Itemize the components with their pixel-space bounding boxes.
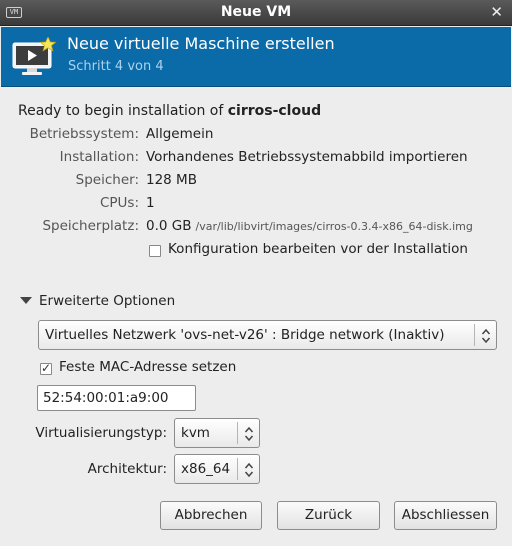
monitor-star-icon — [12, 37, 57, 75]
window-titlebar[interactable]: VM Neue VM ✕ — [0, 0, 512, 26]
checkbox-box[interactable] — [40, 361, 52, 375]
network-select-value: Virtuelles Netzwerk 'ovs-net-v26' : Brid… — [45, 327, 445, 343]
vm-name: cirros-cloud — [227, 103, 322, 119]
summary-row-storage: Speicherplatz: 0.0 GB/var/lib/libvirt/im… — [0, 218, 512, 236]
summary-label: CPUs: — [99, 195, 139, 211]
mac-address-input[interactable] — [43, 390, 191, 406]
virt-type-select[interactable]: kvm — [174, 418, 260, 448]
ready-message: Ready to begin installation of cirros-cl… — [18, 103, 321, 119]
summary-value: 128 MB — [146, 172, 197, 188]
window-title: Neue VM — [220, 4, 292, 20]
expander-arrow-icon[interactable] — [20, 297, 32, 304]
mac-address-field[interactable] — [37, 385, 196, 411]
back-button[interactable]: Zurück — [277, 501, 380, 530]
architecture-value: x86_64 — [181, 461, 231, 477]
cancel-button[interactable]: Abbrechen — [160, 501, 262, 530]
summary-row-memory: Speicher: 128 MB — [0, 172, 512, 190]
wizard-step: Schritt 4 von 4 — [68, 59, 164, 74]
fixed-mac-checkbox[interactable]: Feste MAC-Adresse setzen — [40, 359, 236, 376]
storage-path: /var/lib/libvirt/images/cirros-0.3.4-x86… — [195, 220, 473, 233]
summary-value: Allgemein — [146, 126, 214, 142]
network-select[interactable]: Virtuelles Netzwerk 'ovs-net-v26' : Brid… — [38, 320, 497, 350]
summary-label: Betriebssystem: — [29, 126, 139, 142]
architecture-label: Architektur: — [87, 461, 167, 477]
architecture-select[interactable]: x86_64 — [174, 454, 260, 484]
edit-config-label[interactable]: Konfiguration bearbeiten vor der Install… — [168, 241, 468, 257]
summary-label: Speicherplatz: — [42, 218, 139, 234]
close-icon[interactable]: ✕ — [490, 3, 503, 21]
checkbox-box[interactable] — [149, 244, 161, 257]
fixed-mac-label[interactable]: Feste MAC-Adresse setzen — [59, 359, 236, 375]
finish-button[interactable]: Abschliessen — [394, 501, 497, 530]
combo-arrows-icon[interactable] — [237, 422, 259, 444]
virt-type-label: Virtualisierungstyp: — [35, 425, 167, 441]
summary-value: 0.0 GB/var/lib/libvirt/images/cirros-0.3… — [146, 218, 473, 234]
summary-label: Installation: — [59, 149, 139, 165]
summary-row-os: Betriebssystem: Allgemein — [0, 126, 512, 144]
summary-label: Speicher: — [75, 172, 139, 188]
wizard-title: Neue virtuelle Maschine erstellen — [67, 34, 335, 53]
advanced-options-label[interactable]: Erweiterte Optionen — [39, 293, 175, 309]
virt-type-value: kvm — [181, 425, 210, 441]
ready-prefix: Ready to begin installation of — [18, 103, 224, 119]
combo-arrows-icon[interactable] — [237, 458, 259, 480]
summary-row-cpus: CPUs: 1 — [0, 195, 512, 213]
storage-size: 0.0 GB — [146, 218, 192, 234]
summary-value: Vorhandenes Betriebssystemabbild importi… — [146, 149, 468, 165]
wizard-content: Ready to begin installation of cirros-cl… — [0, 88, 512, 546]
edit-config-checkbox[interactable]: Konfiguration bearbeiten vor der Install… — [149, 241, 468, 258]
summary-row-install: Installation: Vorhandenes Betriebssystem… — [0, 149, 512, 167]
summary-value: 1 — [146, 195, 155, 211]
combo-arrows-icon[interactable] — [474, 324, 496, 346]
wizard-header: Neue virtuelle Maschine erstellen Schrit… — [1, 27, 511, 87]
